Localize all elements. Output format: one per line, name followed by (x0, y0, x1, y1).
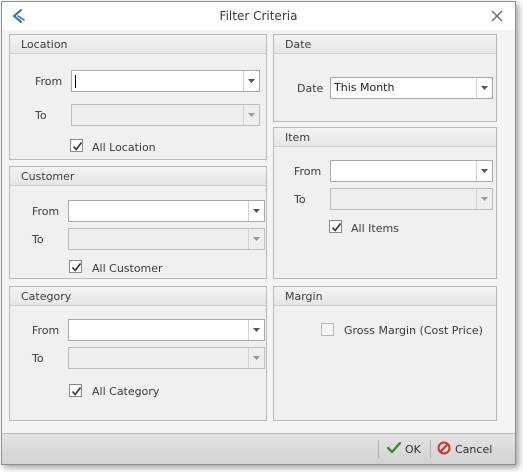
date-combo[interactable]: This Month (330, 77, 493, 99)
all-category-checkbox[interactable] (69, 384, 82, 397)
customer-to-label: To (32, 233, 44, 246)
cancel-button-label: Cancel (455, 442, 493, 456)
item-group: Item From To All Items (273, 127, 497, 279)
customer-from-label: From (32, 205, 60, 218)
item-header: Item (274, 128, 496, 147)
gross-margin-label: Gross Margin (Cost Price) (344, 324, 483, 337)
date-header: Date (274, 35, 496, 54)
category-to-label: To (32, 352, 44, 365)
location-group: Location From To All Location (9, 34, 267, 160)
location-from-combo[interactable] (71, 70, 260, 92)
cancel-icon (437, 441, 451, 458)
filter-criteria-dialog: Filter Criteria Location From To All Loc… (1, 1, 516, 465)
all-customer-checkbox[interactable] (69, 260, 82, 273)
customer-to-combo[interactable] (68, 228, 265, 250)
all-items-label: All Items (351, 222, 399, 235)
chevron-down-icon[interactable] (476, 161, 492, 181)
text-cursor (75, 75, 76, 88)
category-group: Category From To All Category (9, 286, 267, 421)
cancel-button[interactable]: Cancel (437, 440, 492, 458)
checkmark-icon (386, 441, 402, 457)
date-label: Date (297, 82, 324, 95)
location-header: Location (10, 35, 266, 54)
all-location-label: All Location (92, 141, 156, 154)
item-from-label: From (294, 165, 322, 178)
customer-from-combo[interactable] (68, 200, 265, 222)
customer-header: Customer (10, 167, 266, 186)
window-title: Filter Criteria (219, 9, 298, 23)
all-location-checkbox[interactable] (70, 139, 83, 152)
chevron-down-icon[interactable] (248, 348, 264, 368)
margin-header: Margin (274, 287, 496, 306)
location-from-label: From (35, 75, 63, 88)
location-to-label: To (35, 109, 47, 122)
close-icon[interactable] (491, 10, 503, 22)
category-from-combo[interactable] (68, 319, 265, 341)
margin-group: Margin Gross Margin (Cost Price) (273, 286, 497, 421)
category-from-label: From (32, 324, 60, 337)
footer-separator (430, 440, 431, 458)
location-to-combo[interactable] (71, 104, 260, 126)
title-bar: Filter Criteria (2, 2, 515, 30)
chevron-down-icon[interactable] (243, 71, 259, 91)
date-group: Date Date This Month (273, 34, 497, 122)
category-to-combo[interactable] (68, 347, 265, 369)
customer-group: Customer From To All Customer (9, 166, 267, 279)
chevron-down-icon[interactable] (248, 201, 264, 221)
ok-button[interactable]: OK (386, 440, 421, 458)
chevron-down-icon[interactable] (476, 78, 492, 98)
chevron-down-icon[interactable] (243, 105, 259, 125)
item-to-combo[interactable] (330, 188, 493, 210)
all-items-checkbox[interactable] (329, 220, 342, 233)
item-to-label: To (294, 193, 306, 206)
chevron-down-icon[interactable] (476, 189, 492, 209)
category-header: Category (10, 287, 266, 306)
chevron-down-icon[interactable] (248, 229, 264, 249)
gross-margin-checkbox[interactable] (321, 323, 334, 336)
all-customer-label: All Customer (92, 262, 163, 275)
item-from-combo[interactable] (330, 160, 493, 182)
footer-separator (378, 440, 379, 458)
dialog-footer: OK Cancel (2, 433, 515, 464)
chevron-down-icon[interactable] (248, 320, 264, 340)
ok-button-label: OK (405, 442, 421, 456)
all-category-label: All Category (92, 385, 160, 398)
